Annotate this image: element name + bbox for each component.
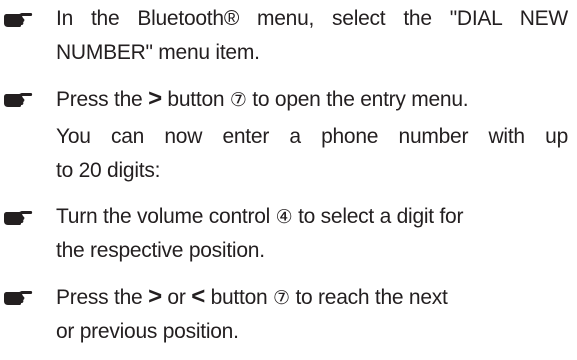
step-text: Press the: [56, 88, 143, 111]
callout-number: ④: [275, 206, 293, 228]
left-arrow-button-glyph: <: [191, 283, 205, 310]
pointing-hand-icon: [4, 291, 33, 305]
step-text-line: In the Bluetooth® menu, select the "DIAL…: [56, 7, 568, 30]
pointing-hand-icon: [4, 93, 33, 107]
instruction-document: In the Bluetooth® menu, select the "DIAL…: [0, 0, 577, 360]
step-text-line: or previous position.: [56, 320, 239, 343]
step-text-line: Turn the volume control ④ to select a di…: [56, 200, 568, 234]
step-text-line: Press the > button ⑦ to open the entry m…: [56, 82, 568, 117]
step-text: Turn the volume control: [56, 205, 271, 228]
step-text: to open the entry menu.: [252, 88, 469, 111]
callout-number: ⑦: [229, 89, 247, 111]
step-text-line: Press the > or < button ⑦ to reach the n…: [56, 280, 568, 315]
right-arrow-button-glyph: >: [148, 85, 162, 112]
note-text-line: You can now enter a phone number with up: [56, 125, 568, 148]
pointing-hand-icon: [4, 211, 33, 225]
right-arrow-button-glyph: >: [148, 283, 162, 310]
step-text: Press the: [56, 286, 143, 309]
step-text: or: [167, 286, 186, 309]
callout-number: ⑦: [273, 287, 290, 309]
note-text-line: to 20 digits:: [56, 159, 161, 182]
step-text-line: NUMBER" menu item.: [56, 41, 260, 64]
step-text: button: [167, 88, 225, 111]
step-text: button: [210, 286, 268, 309]
step-text: to select a digit for: [298, 205, 464, 228]
step-text: to reach the next: [295, 286, 448, 309]
pointing-hand-icon: [4, 13, 33, 27]
step-text-line: the respective position.: [56, 239, 265, 262]
